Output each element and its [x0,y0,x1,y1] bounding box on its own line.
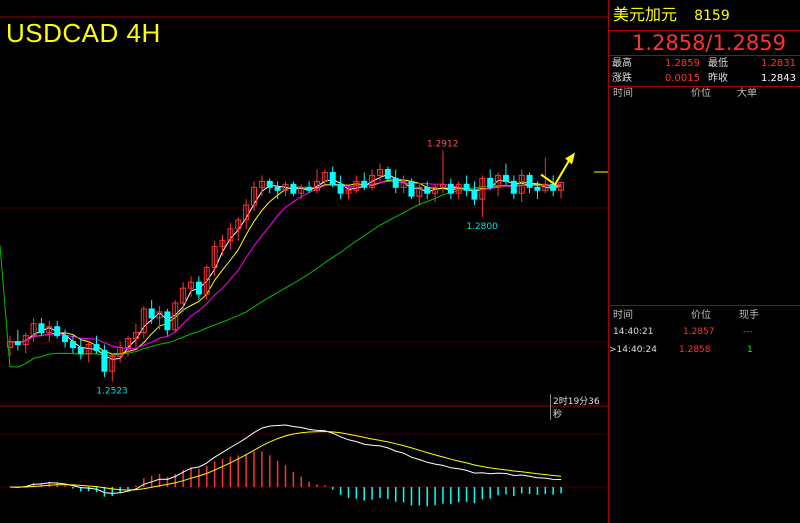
candle-body [77,347,84,354]
trade-row[interactable]: 14:40:21 1.2857 --- [609,323,800,341]
symbol-name: 美元加元 [613,5,678,24]
candle-body [62,335,69,343]
symbol-code: 8159 [694,8,730,24]
candle-body [164,311,171,331]
prev-close-label: 昨收 [708,73,728,84]
stat-row-2: 涨跌 0.0015 昨收 1.2843 [609,71,800,87]
chart-area[interactable]: 1.2912 1.2800 1.2523 USDCAD 4H 2时19分36秒 [0,0,608,523]
candle-body [502,174,509,182]
candle-body [384,169,391,179]
ticks-header: 时间 价位 大单 [609,87,800,101]
trade-time: >14:40:24 [609,345,657,355]
candle-body [337,183,344,194]
candle-body [447,183,454,194]
low-label: 最低 [708,58,728,69]
prev-close-value: 1.2843 [761,73,796,84]
candlestick-chart[interactable]: 1.2912 1.2800 1.2523 [0,0,608,523]
candle-body [93,344,100,351]
candle-body [329,171,336,185]
candle-body [392,177,399,188]
bid-ask-price: 1.2858/1.2859 [609,31,800,56]
symbol-header: 美元加元 8159 [609,0,800,31]
projection-arrowhead [565,152,576,165]
candle-body [361,180,368,188]
candle-body [290,183,297,194]
stat-row-1: 最高 1.2859 最低 1.2831 [609,56,800,71]
trade-price: 1.2857 [683,327,715,337]
candle-body [38,323,45,334]
price-annotation: 1.2523 [96,386,128,396]
candle-body [526,174,533,188]
ticks-col-time: 时间 [613,88,633,99]
candle-body [266,180,273,188]
candle-body [306,186,313,191]
high-value: 1.2859 [665,58,700,69]
candle-body [471,189,478,200]
quote-panel: 美元加元 8159 1.2858/1.2859 最高 1.2859 最低 1.2… [608,0,800,523]
candle-body [487,177,494,188]
price-annotation: 1.2912 [427,140,459,150]
chart-title: USDCAD 4H [6,18,161,48]
candle-body [424,186,431,194]
ticks-col-block: 大单 [737,88,757,99]
trades-header: 时间 价位 现手 [609,309,800,323]
trade-time: 14:40:21 [613,327,654,337]
candle-body [69,341,76,349]
candle-body [534,186,541,191]
candle-body [510,180,517,194]
candle-body [54,326,61,337]
trade-price: 1.2858 [679,345,711,355]
trades-col-time: 时间 [613,310,633,321]
trades-section: 时间 价位 现手 14:40:21 1.2857 --- >14:40:24 1… [609,305,800,359]
candle-body [274,186,281,191]
price-annotation: 1.2800 [466,222,498,232]
candle-body [101,349,108,372]
change-value: 0.0015 [665,73,700,84]
candle-body [14,341,21,346]
countdown-timer: 2时19分36秒 [550,394,608,420]
candle-body [463,183,470,191]
ma-magenta-line [9,180,562,350]
candle-body [148,308,155,319]
ma-yellow-line [9,179,562,355]
high-label: 最高 [612,58,632,69]
candle-body [195,281,202,295]
trade-row[interactable]: >14:40:24 1.2858 1 [609,341,800,359]
trades-col-vol: 现手 [739,310,759,321]
ma-white-line [9,173,562,360]
trade-volume: --- [743,327,753,337]
change-label: 涨跌 [612,73,632,84]
low-value: 1.2831 [761,58,796,69]
trade-volume: 1 [747,345,753,355]
ticks-col-price: 价位 [691,88,711,99]
candle-body [408,180,415,197]
trades-col-price: 价位 [691,310,711,321]
